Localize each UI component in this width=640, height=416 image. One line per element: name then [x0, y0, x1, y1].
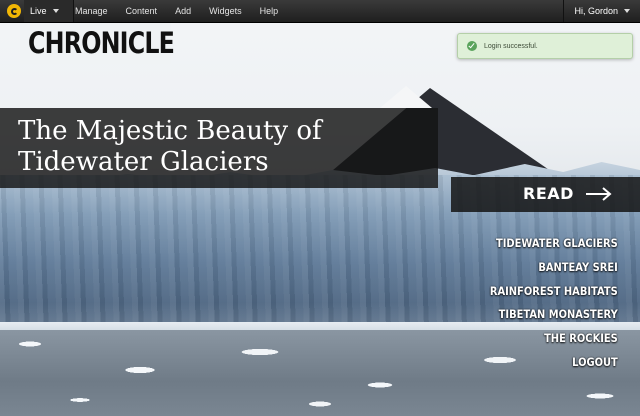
admin-toolbar: Live Manage Content Add Widgets Help Hi,… [0, 0, 640, 23]
user-label: Hi, Gordon [574, 6, 618, 16]
chevron-down-icon [624, 9, 630, 13]
logo-icon[interactable] [7, 4, 21, 18]
nav-item-the-rockies[interactable]: THE ROCKIES [490, 327, 618, 351]
nav-item-tibetan-monastery[interactable]: TIBETAN MONASTERY [490, 303, 618, 327]
site-title-text: CHRONICLE [28, 26, 175, 60]
menu-item-add[interactable]: Add [166, 0, 200, 22]
live-label: Live [30, 6, 47, 16]
arrow-right-icon [586, 187, 612, 201]
menu-item-content[interactable]: Content [117, 0, 167, 22]
nav-item-logout[interactable]: LOGOUT [490, 351, 618, 375]
menu-item-widgets[interactable]: Widgets [200, 0, 251, 22]
chevron-down-icon [52, 9, 59, 13]
toast-message: Login successful. [484, 42, 538, 50]
article-headline-box: The Majestic Beauty of Tidewater Glacier… [0, 108, 438, 188]
admin-menu: Manage Content Add Widgets Help [66, 0, 287, 22]
nav-item-tidewater-glaciers[interactable]: TIDEWATER GLACIERS [490, 232, 618, 256]
article-nav: TIDEWATER GLACIERS BANTEAY SREI RAINFORE… [469, 232, 618, 375]
read-label: READ [523, 184, 574, 203]
menu-item-manage[interactable]: Manage [66, 0, 117, 22]
check-circle-icon [467, 41, 477, 51]
site-title[interactable]: CHRONICLE [20, 23, 175, 64]
read-button[interactable]: READ [451, 177, 640, 212]
nav-item-rainforest-habitats[interactable]: RAINFOREST HABITATS [490, 280, 618, 304]
nav-item-banteay-srei[interactable]: BANTEAY SREI [490, 256, 618, 280]
user-menu[interactable]: Hi, Gordon [563, 0, 640, 22]
mountain-snowcap [380, 86, 432, 108]
login-toast: Login successful. [457, 33, 633, 59]
menu-item-help[interactable]: Help [251, 0, 288, 22]
article-headline[interactable]: The Majestic Beauty of Tidewater Glacier… [18, 116, 438, 178]
